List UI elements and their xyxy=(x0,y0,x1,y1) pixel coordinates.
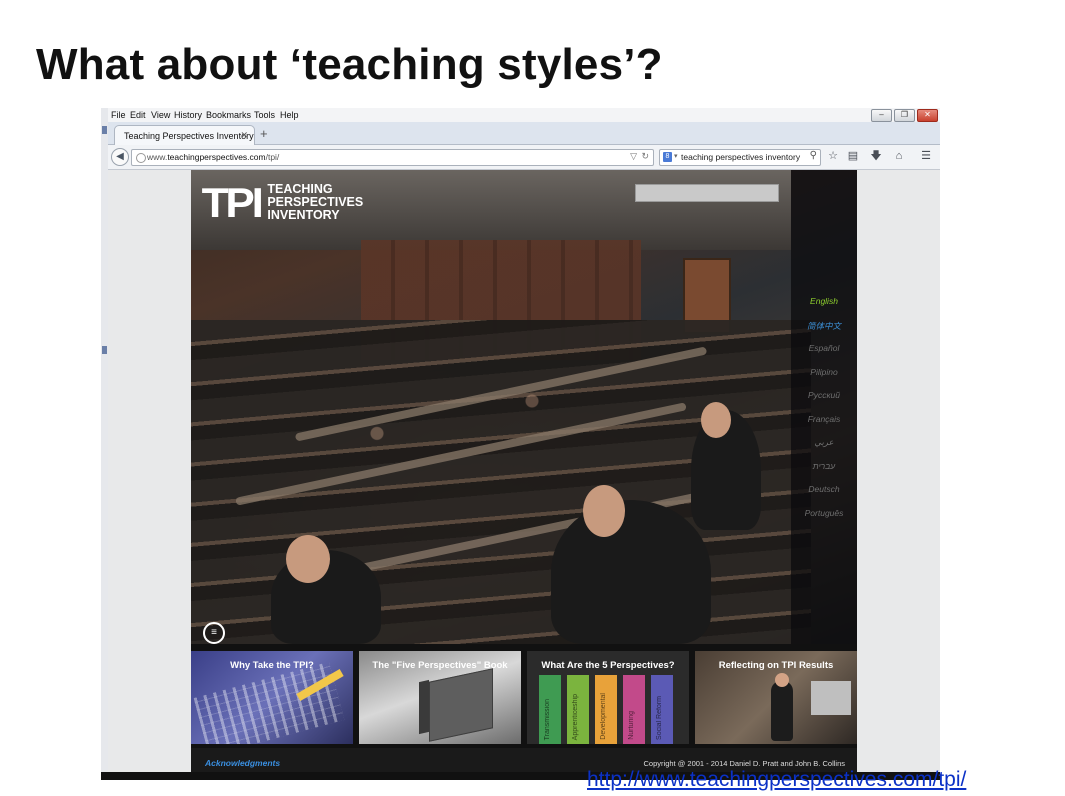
language-option[interactable]: עברית xyxy=(791,461,857,471)
perspective-bar-label: Nurturing xyxy=(628,711,635,740)
perspective-bar: Developmental xyxy=(595,675,617,744)
slide-title: What about ‘teaching styles’? xyxy=(36,40,663,89)
acknowledgments-link[interactable]: Acknowledgments xyxy=(205,758,280,768)
tpi-logo[interactable]: TPI TEACHING PERSPECTIVES INVENTORY xyxy=(201,178,364,226)
perspective-bar-label: Transmission xyxy=(544,698,551,740)
language-option[interactable]: Русский xyxy=(791,390,857,400)
perspective-bar-label: Social Reform xyxy=(656,696,663,740)
clipboard-icon[interactable]: ▤ xyxy=(845,149,861,164)
tab-teaching-perspectives[interactable]: Teaching Perspectives Inventory ✕ xyxy=(114,125,255,145)
menu-view[interactable]: View xyxy=(151,110,170,120)
menu-file[interactable]: File xyxy=(111,110,126,120)
tile-reflecting-results[interactable]: Reflecting on TPI Results xyxy=(695,651,857,744)
perspective-bar: Social Reform xyxy=(651,675,673,744)
menu-tools[interactable]: Tools xyxy=(254,110,275,120)
window-edge-mark xyxy=(102,126,107,134)
navigation-bar: ◀ www.teachingperspectives.com/tpi/ ▽ ↻ … xyxy=(108,145,940,170)
hero-face xyxy=(701,402,731,438)
hero-menu-icon[interactable]: ≡ xyxy=(203,622,225,644)
window-edge-mark xyxy=(102,346,107,354)
dropdown-arrow-icon[interactable]: ▽ xyxy=(630,151,637,162)
browser-window: File Edit View History Bookmarks Tools H… xyxy=(108,108,940,778)
copyright-text: Copyright @ 2001 - 2014 Daniel D. Pratt … xyxy=(643,759,845,768)
search-box[interactable]: 8 ▾ teaching perspectives inventory ⚲ xyxy=(659,149,821,166)
logo-words: TEACHING PERSPECTIVES INVENTORY xyxy=(267,182,364,222)
minimize-button[interactable]: – xyxy=(871,109,892,122)
search-icon[interactable]: ⚲ xyxy=(810,150,817,161)
hero-face xyxy=(286,535,330,583)
hero-person xyxy=(551,500,711,644)
tile-label: What Are the 5 Perspectives? xyxy=(541,660,675,671)
site-search-input[interactable] xyxy=(635,184,779,202)
reload-icon[interactable]: ↻ xyxy=(641,151,649,162)
download-icon[interactable]: 🡇 xyxy=(868,149,884,164)
tile-five-perspectives-book[interactable]: The "Five Perspectives" Book xyxy=(359,651,521,744)
menu-bar: File Edit View History Bookmarks Tools H… xyxy=(108,108,940,122)
back-button[interactable]: ◀ xyxy=(111,148,129,166)
language-option[interactable]: عربي xyxy=(791,437,857,448)
tpi-site: TPI TEACHING PERSPECTIVES INVENTORY ≡ En… xyxy=(191,170,857,778)
search-engine-icon[interactable]: 8 xyxy=(663,152,672,162)
presenter-face-image xyxy=(775,673,789,687)
perspective-bar-label: Developmental xyxy=(600,693,607,740)
tile-five-perspectives[interactable]: Transmission Apprenticeship Developmental N… xyxy=(527,651,689,744)
book-spine-image xyxy=(419,679,429,735)
address-bar[interactable]: www.teachingperspectives.com/tpi/ ▽ ↻ xyxy=(131,149,654,166)
language-option[interactable]: Français xyxy=(791,414,857,424)
menu-help[interactable]: Help xyxy=(280,110,299,120)
menu-history[interactable]: History xyxy=(174,110,202,120)
language-option[interactable]: Pilipino xyxy=(791,367,857,377)
tile-label: Why Take the TPI? xyxy=(230,660,314,671)
language-option[interactable]: Español xyxy=(791,343,857,353)
hero-face xyxy=(583,485,625,537)
perspective-bar: Nurturing xyxy=(623,675,645,744)
logo-mark: TPI xyxy=(201,178,264,226)
new-tab-button[interactable]: + xyxy=(260,126,268,141)
language-panel: English 简体中文 Español Pilipino Русский Françai… xyxy=(791,170,857,644)
answer-sheet-image xyxy=(193,661,345,744)
close-window-button[interactable]: ✕ xyxy=(917,109,938,122)
book-image xyxy=(429,668,493,742)
tile-why-take-tpi[interactable]: Why Take the TPI? xyxy=(191,651,353,744)
tile-label: The "Five Perspectives" Book xyxy=(372,660,508,671)
url-text: www.teachingperspectives.com/tpi/ xyxy=(147,152,280,162)
language-option[interactable]: 简体中文 xyxy=(791,320,857,332)
perspective-bar-label: Apprenticeship xyxy=(572,693,579,740)
tab-strip: Teaching Perspectives Inventory ✕ + xyxy=(108,122,940,145)
home-icon[interactable]: ⌂ xyxy=(891,149,907,164)
menu-bookmarks[interactable]: Bookmarks xyxy=(206,110,251,120)
tab-label: Teaching Perspectives Inventory xyxy=(124,131,254,141)
language-option[interactable]: Deutsch xyxy=(791,484,857,494)
engine-dropdown-icon[interactable]: ▾ xyxy=(674,152,678,160)
language-option[interactable]: English xyxy=(791,296,857,306)
source-url-link[interactable]: http://www.teachingperspectives.com/tpi/ xyxy=(587,768,966,792)
perspective-bar: Transmission xyxy=(539,675,561,744)
tile-label: Reflecting on TPI Results xyxy=(718,660,834,671)
menu-edit[interactable]: Edit xyxy=(130,110,146,120)
restore-button[interactable]: ❐ xyxy=(894,109,915,122)
star-icon[interactable]: ☆ xyxy=(825,149,841,164)
language-option[interactable]: Português xyxy=(791,508,857,518)
feature-tiles: Why Take the TPI? The "Five Perspectives… xyxy=(191,651,857,744)
globe-icon xyxy=(136,153,146,163)
search-query: teaching perspectives inventory xyxy=(681,152,801,162)
hero-photo: TPI TEACHING PERSPECTIVES INVENTORY ≡ En… xyxy=(191,170,857,644)
tab-close-icon[interactable]: ✕ xyxy=(240,130,248,141)
window-controls: – ❐ ✕ xyxy=(871,109,938,122)
presentation-screen-image xyxy=(811,681,851,715)
presenter-image xyxy=(771,681,793,741)
perspective-bar: Apprenticeship xyxy=(567,675,589,744)
page-viewport: TPI TEACHING PERSPECTIVES INVENTORY ≡ En… xyxy=(108,170,940,778)
menu-icon[interactable]: ☰ xyxy=(918,149,934,164)
